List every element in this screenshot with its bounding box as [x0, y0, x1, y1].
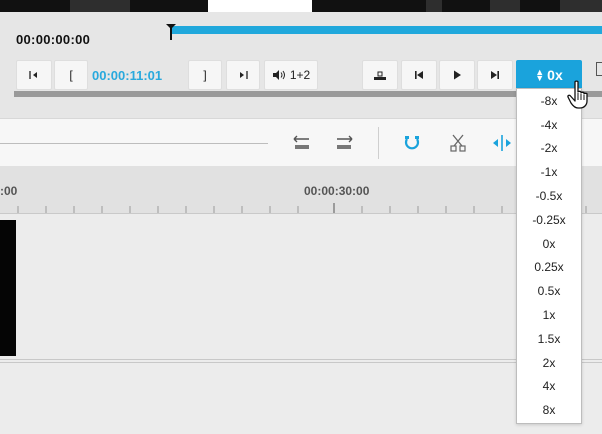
audio-channels-label: 1+2: [289, 68, 311, 82]
previous-frame-button[interactable]: [401, 60, 437, 90]
move-right-tool[interactable]: [332, 131, 356, 155]
hand-pointer-icon: [567, 80, 588, 109]
speed-option[interactable]: 0.25x: [517, 256, 581, 280]
magnet-icon: [404, 136, 420, 150]
fullscreen-icon[interactable]: [596, 62, 602, 76]
arrow-right-track-icon: [337, 135, 353, 149]
play-button[interactable]: [439, 60, 475, 90]
ripple-tool[interactable]: [490, 131, 514, 155]
timeline-ruler[interactable]: :00 00:00:30:00: [0, 166, 602, 214]
player-progress-track[interactable]: [14, 91, 602, 97]
playhead-marker-icon[interactable]: [166, 24, 176, 40]
speed-dropdown[interactable]: -8x -4x -2x -1x -0.5x -0.25x 0x 0.25x 0.…: [516, 88, 582, 424]
speed-option[interactable]: 1.5x: [517, 327, 581, 351]
mark-out-button[interactable]: ]: [188, 60, 222, 90]
total-timecode: 00:00:00:00: [16, 32, 91, 47]
skip-back-icon: [415, 71, 423, 79]
speed-option[interactable]: -1x: [517, 160, 581, 184]
audio-channels-button[interactable]: 1+2: [264, 60, 318, 90]
toolbar-separator: [378, 127, 379, 159]
go-to-out-icon: [240, 71, 248, 79]
timeline-clip[interactable]: [0, 220, 16, 356]
speed-option[interactable]: -2x: [517, 137, 581, 161]
speed-option[interactable]: 8x: [517, 398, 581, 422]
video-track[interactable]: [0, 218, 602, 360]
thumb-segment: [70, 0, 130, 12]
speed-option[interactable]: -0.25x: [517, 208, 581, 232]
speaker-icon: [272, 70, 285, 80]
thumb-segment: [426, 0, 442, 12]
speed-option[interactable]: -4x: [517, 113, 581, 137]
mount-icon: [374, 71, 386, 80]
split-arrows-icon: [493, 135, 511, 151]
speed-option[interactable]: 0x: [517, 232, 581, 256]
speed-option[interactable]: -0.5x: [517, 184, 581, 208]
play-icon: [454, 70, 461, 80]
speed-option[interactable]: 2x: [517, 351, 581, 375]
scissors-icon: [450, 134, 466, 152]
speed-option[interactable]: 0.5x: [517, 279, 581, 303]
updown-arrows-icon: ▲ ▼: [535, 67, 545, 83]
go-to-in-button[interactable]: [16, 60, 52, 90]
filmstrip-thumbnails: [0, 0, 602, 12]
move-left-tool[interactable]: [290, 131, 314, 155]
ruler-ticks: [17, 203, 587, 213]
current-timecode[interactable]: 00:00:11:01: [92, 68, 162, 83]
ruler-label: 00:00:30:00: [304, 184, 370, 198]
go-to-in-icon: [29, 71, 37, 79]
snapshot-button[interactable]: [362, 60, 398, 90]
speed-option[interactable]: 4x: [517, 375, 581, 399]
arrow-left-track-icon: [293, 135, 309, 149]
audio-track-area[interactable]: [0, 362, 602, 434]
skip-forward-icon: [491, 71, 499, 79]
thumb-segment: [208, 0, 312, 12]
next-frame-button[interactable]: [477, 60, 513, 90]
thumb-segment: [490, 0, 520, 12]
thumb-segment: [560, 0, 602, 12]
snap-tool[interactable]: [400, 131, 424, 155]
go-to-out-button[interactable]: [226, 60, 260, 90]
scrub-bar[interactable]: [170, 26, 602, 34]
edit-toolbar: [0, 118, 602, 166]
cut-tool[interactable]: [446, 131, 470, 155]
mark-in-button[interactable]: [: [54, 60, 88, 90]
player-panel: 00:00:00:00 [ 00:00:11:01 ] 1+2 ▲ ▼ 0x: [0, 12, 602, 118]
speed-current-value: 0x: [547, 67, 563, 83]
zoom-slider-track[interactable]: [0, 143, 268, 144]
speed-option[interactable]: 1x: [517, 303, 581, 327]
ruler-label: :00: [0, 184, 18, 198]
